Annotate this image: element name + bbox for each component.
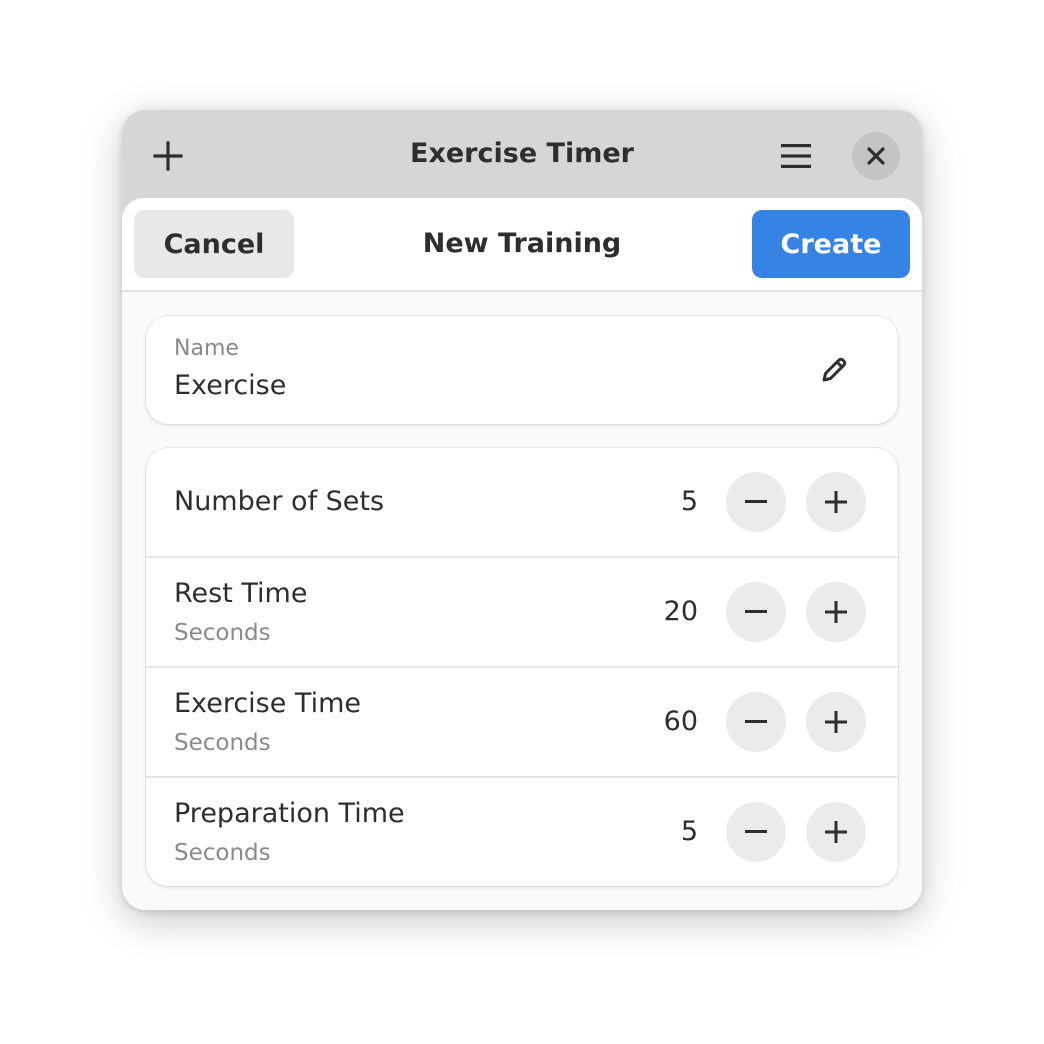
minus-icon <box>745 610 767 613</box>
create-button[interactable]: Create <box>752 210 910 278</box>
increment-button[interactable] <box>806 802 866 862</box>
row-subtitle: Seconds <box>174 620 271 646</box>
decrement-button[interactable] <box>726 582 786 642</box>
list-item-number-of-sets: Number of Sets 5 <box>146 448 898 557</box>
row-subtitle: Seconds <box>174 730 271 756</box>
name-field-value[interactable]: Exercise <box>174 370 286 401</box>
increment-button[interactable] <box>806 582 866 642</box>
app-window: Exercise Timer Cancel New Training Creat… <box>122 110 922 910</box>
plus-icon <box>825 711 847 733</box>
row-subtitle: Seconds <box>174 840 271 866</box>
minus-icon <box>745 830 767 833</box>
row-title: Rest Time <box>174 578 308 609</box>
name-entry-row[interactable]: Name Exercise <box>146 316 898 424</box>
list-item-exercise-time: Exercise Time Seconds 60 <box>146 666 898 777</box>
plus-icon <box>825 491 847 513</box>
cancel-button[interactable]: Cancel <box>134 210 294 278</box>
row-value: 5 <box>680 486 698 517</box>
row-title: Exercise Time <box>174 688 362 719</box>
plus-icon <box>825 821 847 843</box>
minus-icon <box>745 720 767 723</box>
add-button[interactable] <box>144 132 192 180</box>
close-window-button[interactable] <box>852 132 900 180</box>
plus-icon <box>153 141 183 171</box>
decrement-button[interactable] <box>726 802 786 862</box>
close-icon <box>867 147 885 165</box>
pencil-icon <box>816 352 852 388</box>
hamburger-menu-icon <box>781 144 811 168</box>
row-title: Number of Sets <box>174 486 385 517</box>
dialog-header: Cancel New Training Create <box>122 198 922 292</box>
main-menu-button[interactable] <box>772 132 820 180</box>
row-title: Preparation Time <box>174 798 405 829</box>
increment-button[interactable] <box>806 692 866 752</box>
name-field-label: Name <box>174 336 239 361</box>
row-value: 20 <box>663 596 698 627</box>
decrement-button[interactable] <box>726 472 786 532</box>
list-item-preparation-time: Preparation Time Seconds 5 <box>146 776 898 886</box>
row-value: 5 <box>680 816 698 847</box>
minus-icon <box>745 500 767 503</box>
settings-list: Number of Sets 5 Rest Time Seconds 20 Ex… <box>146 448 898 886</box>
list-item-rest-time: Rest Time Seconds 20 <box>146 556 898 667</box>
row-value: 60 <box>663 706 698 737</box>
increment-button[interactable] <box>806 472 866 532</box>
plus-icon <box>825 601 847 623</box>
new-training-dialog: Cancel New Training Create Name Exercise… <box>122 198 922 910</box>
decrement-button[interactable] <box>726 692 786 752</box>
